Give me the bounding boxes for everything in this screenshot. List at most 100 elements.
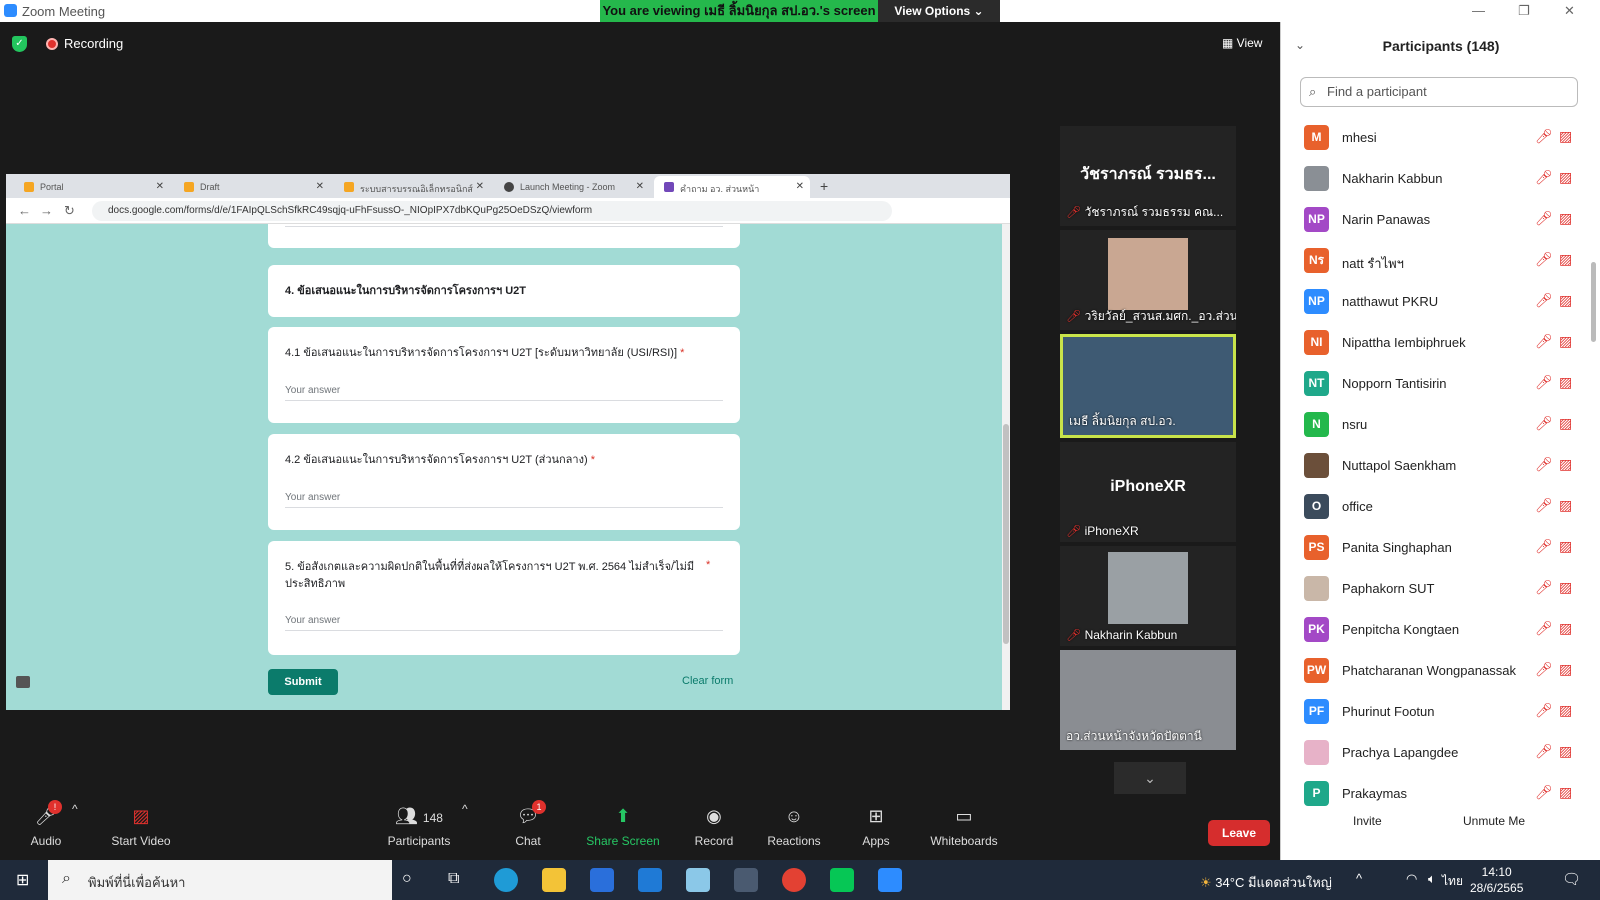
answer-field[interactable]: Your answer bbox=[285, 615, 723, 631]
tray-up-icon[interactable]: ^ bbox=[1356, 871, 1362, 886]
participant-search-input[interactable]: ⌕ Find a participant bbox=[1300, 77, 1578, 107]
feedback-icon[interactable] bbox=[16, 676, 30, 688]
video-off-icon[interactable]: ▨ bbox=[1559, 702, 1572, 719]
video-off-icon[interactable]: ▨ bbox=[1559, 456, 1572, 473]
participant-row[interactable]: PS Panita Singhaphan 🎤︎ ▨ bbox=[1281, 528, 1600, 568]
mic-muted-icon[interactable]: 🎤︎ bbox=[1535, 292, 1553, 309]
language-indicator[interactable]: ไทย bbox=[1442, 872, 1463, 891]
video-off-icon[interactable]: ▨ bbox=[1559, 661, 1572, 678]
unmute-me-button[interactable]: Unmute Me bbox=[1463, 814, 1525, 828]
participant-row[interactable]: NT Nopporn Tantisirin 🎤︎ ▨ bbox=[1281, 364, 1600, 404]
taskbar-clock[interactable]: 14:10 28/6/2565 bbox=[1470, 864, 1523, 896]
mic-muted-icon[interactable]: 🎤︎ bbox=[1535, 128, 1553, 145]
start-video-button[interactable]: ▨ Start Video bbox=[106, 806, 176, 848]
participant-row[interactable]: NP Narin Panawas 🎤︎ ▨ bbox=[1281, 200, 1600, 240]
video-tile[interactable]: 🎤︎ Nakharin Kabbun bbox=[1060, 546, 1236, 646]
video-off-icon[interactable]: ▨ bbox=[1559, 743, 1572, 760]
video-off-icon[interactable]: ▨ bbox=[1559, 497, 1572, 514]
page-scrollbar[interactable] bbox=[1002, 224, 1010, 710]
participants-button[interactable]: 👥︎ 148 Participants bbox=[386, 806, 452, 848]
mic-muted-icon[interactable]: 🎤︎ bbox=[1535, 579, 1553, 596]
video-off-icon[interactable]: ▨ bbox=[1559, 292, 1572, 309]
mic-muted-icon[interactable]: 🎤︎ bbox=[1535, 743, 1553, 760]
calculator-icon[interactable] bbox=[734, 868, 758, 892]
browser-tab[interactable]: Draft ✕ bbox=[174, 176, 330, 198]
video-off-icon[interactable]: ▨ bbox=[1559, 620, 1572, 637]
share-screen-button[interactable]: ⬆ Share Screen bbox=[584, 806, 662, 848]
mic-muted-icon[interactable]: 🎤︎ bbox=[1535, 415, 1553, 432]
back-icon[interactable]: ← bbox=[18, 203, 31, 218]
video-off-icon[interactable]: ▨ bbox=[1559, 333, 1572, 350]
windows-start-icon[interactable]: ⊞ bbox=[16, 870, 29, 890]
view-button[interactable]: ▦ View bbox=[1222, 36, 1262, 50]
tab-close-icon[interactable]: ✕ bbox=[476, 181, 484, 192]
mic-muted-icon[interactable]: 🎤︎ bbox=[1535, 538, 1553, 555]
participant-row[interactable]: PK Penpitcha Kongtaen 🎤︎ ▨ bbox=[1281, 610, 1600, 650]
new-tab-button[interactable]: + bbox=[820, 178, 828, 194]
participant-row[interactable]: NI Nipattha Iembiphruek 🎤︎ ▨ bbox=[1281, 323, 1600, 363]
network-icon[interactable]: ◠ bbox=[1406, 871, 1417, 887]
encryption-shield-icon[interactable]: ✓ bbox=[12, 36, 27, 52]
mail-icon[interactable] bbox=[638, 868, 662, 892]
record-button[interactable]: ◉ Record bbox=[692, 806, 736, 848]
mic-muted-icon[interactable]: 🎤︎ bbox=[1535, 620, 1553, 637]
audio-button[interactable]: 🎤︎ ! Audio bbox=[30, 800, 62, 848]
mic-muted-icon[interactable]: 🎤︎ bbox=[1535, 456, 1553, 473]
participant-row[interactable]: Nakharin Kabbun 🎤︎ ▨ bbox=[1281, 159, 1600, 199]
audio-options-caret[interactable]: ^ bbox=[72, 802, 78, 816]
participants-options-caret[interactable]: ^ bbox=[462, 802, 468, 816]
participant-row[interactable]: P Prakaymas 🎤︎ ▨ bbox=[1281, 774, 1600, 814]
video-off-icon[interactable]: ▨ bbox=[1559, 210, 1572, 227]
video-off-icon[interactable]: ▨ bbox=[1559, 579, 1572, 596]
close-button[interactable]: ✕ bbox=[1564, 3, 1575, 19]
reload-icon[interactable]: ↻ bbox=[64, 203, 75, 219]
reactions-button[interactable]: ☺ Reactions bbox=[764, 806, 824, 848]
participant-row[interactable]: Ooffice 🎤︎ ▨ bbox=[1281, 487, 1600, 527]
apps-button[interactable]: ⊞ Apps bbox=[858, 806, 894, 848]
paint-icon[interactable] bbox=[686, 868, 710, 892]
participant-row[interactable]: Prachya Lapangdee 🎤︎ ▨ bbox=[1281, 733, 1600, 773]
taskbar-search-box[interactable]: ⌕ พิมพ์ที่นี่เพื่อค้นหา bbox=[48, 860, 392, 900]
mic-muted-icon[interactable]: 🎤︎ bbox=[1535, 374, 1553, 391]
submit-button[interactable]: Submit bbox=[268, 669, 338, 695]
tab-close-icon[interactable]: ✕ bbox=[636, 181, 644, 192]
mic-muted-icon[interactable]: 🎤︎ bbox=[1535, 210, 1553, 227]
chat-button[interactable]: 💬︎ 1 Chat bbox=[510, 800, 546, 848]
participant-row[interactable]: Mmhesi 🎤︎ ▨ bbox=[1281, 118, 1600, 158]
restore-button[interactable]: ❐ bbox=[1518, 3, 1530, 19]
whiteboards-button[interactable]: ▭ Whiteboards bbox=[928, 806, 1000, 848]
leave-button[interactable]: Leave bbox=[1208, 820, 1270, 846]
mic-muted-icon[interactable]: 🎤︎ bbox=[1535, 497, 1553, 514]
active-speaker-tile[interactable]: เมธี ลิ้มนิยกุล สป.อว. bbox=[1060, 334, 1236, 438]
mic-muted-icon[interactable]: 🎤︎ bbox=[1535, 169, 1553, 186]
tab-close-icon[interactable]: ✕ bbox=[316, 181, 324, 192]
scrollbar-thumb[interactable] bbox=[1003, 424, 1009, 644]
volume-icon[interactable]: 🔈︎ bbox=[1428, 871, 1436, 887]
answer-field[interactable]: Your answer bbox=[285, 492, 723, 508]
browser-tab-active[interactable]: คำถาม อว. ส่วนหน้า ✕ bbox=[654, 176, 810, 198]
cortana-icon[interactable]: ○ bbox=[402, 870, 412, 888]
edge-icon[interactable] bbox=[494, 868, 518, 892]
clear-form-link[interactable]: Clear form bbox=[682, 675, 733, 687]
video-off-icon[interactable]: ▨ bbox=[1559, 374, 1572, 391]
video-off-icon[interactable]: ▨ bbox=[1559, 169, 1572, 186]
line-icon[interactable] bbox=[830, 868, 854, 892]
minimize-button[interactable]: — bbox=[1472, 3, 1485, 18]
task-view-icon[interactable]: ⧉ bbox=[448, 870, 459, 888]
participant-row[interactable]: PW Phatcharanan Wongpanassak 🎤︎ ▨ bbox=[1281, 651, 1600, 691]
panel-scrollbar[interactable] bbox=[1591, 262, 1596, 342]
browser-tab[interactable]: Launch Meeting - Zoom ✕ bbox=[494, 176, 650, 198]
store-icon[interactable] bbox=[590, 868, 614, 892]
video-tile[interactable]: 🎤︎ วริยวัลย์_สวนส.มศก._อว.ส่วน... bbox=[1060, 230, 1236, 330]
file-explorer-icon[interactable] bbox=[542, 868, 566, 892]
zoom-app-icon[interactable] bbox=[878, 868, 902, 892]
forward-icon[interactable]: → bbox=[40, 203, 53, 218]
weather-widget[interactable]: ☀ 34°C มีแดดส่วนใหญ่ bbox=[1200, 872, 1332, 893]
video-off-icon[interactable]: ▨ bbox=[1559, 251, 1572, 268]
video-tile[interactable]: iPhoneXR 🎤︎ iPhoneXR bbox=[1060, 442, 1236, 542]
participant-row[interactable]: Paphakorn SUT 🎤︎ ▨ bbox=[1281, 569, 1600, 609]
participant-row[interactable]: Nร natt รำไพฯ 🎤︎ ▨ bbox=[1281, 241, 1600, 281]
video-off-icon[interactable]: ▨ bbox=[1559, 415, 1572, 432]
chevron-down-icon[interactable]: ⌄ bbox=[1114, 762, 1186, 794]
video-off-icon[interactable]: ▨ bbox=[1559, 784, 1572, 801]
